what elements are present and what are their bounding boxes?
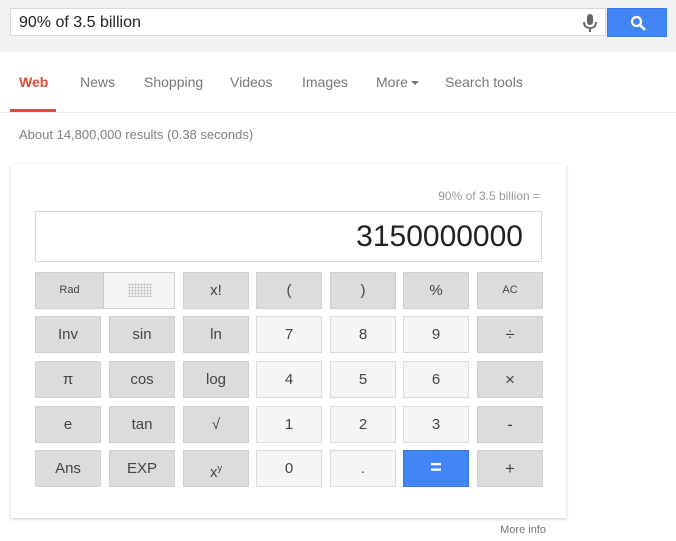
left-paren-key[interactable]: ( (256, 272, 322, 309)
right-paren-key[interactable]: ) (330, 272, 396, 309)
tab-search-tools[interactable]: Search tools (445, 74, 523, 90)
result-stats: About 14,800,000 results (0.38 seconds) (19, 127, 254, 142)
digit-4-key[interactable]: 4 (256, 361, 322, 398)
log-key[interactable]: log (183, 361, 249, 398)
tab-more[interactable]: More (376, 74, 419, 90)
factorial-key[interactable]: x! (183, 272, 249, 309)
search-tabs: Web News Shopping Videos Images More Sea… (0, 52, 676, 113)
tan-key[interactable]: tan (109, 406, 175, 443)
rad-deg-toggle[interactable]: Rad (35, 272, 175, 309)
decimal-point-key[interactable]: . (330, 450, 396, 487)
search-input[interactable] (19, 14, 559, 32)
microphone-icon[interactable] (581, 13, 599, 33)
tab-shopping[interactable]: Shopping (144, 74, 203, 90)
digit-8-key[interactable]: 8 (330, 316, 396, 353)
digit-3-key[interactable]: 3 (403, 406, 469, 443)
top-bar (0, 0, 676, 52)
more-info-link[interactable]: More info (500, 524, 546, 536)
dotted-pattern-icon (128, 283, 152, 297)
divide-key[interactable]: ÷ (477, 316, 543, 353)
active-tab-indicator (10, 109, 56, 112)
equals-key[interactable]: = (403, 450, 469, 487)
deg-button[interactable] (104, 273, 174, 308)
multiply-key[interactable]: × (477, 361, 543, 398)
sin-key[interactable]: sin (109, 316, 175, 353)
chevron-down-icon (410, 81, 419, 86)
digit-9-key[interactable]: 9 (403, 316, 469, 353)
search-box[interactable] (10, 8, 606, 36)
tab-videos[interactable]: Videos (230, 74, 273, 90)
all-clear-key[interactable]: AC (477, 272, 543, 309)
answer-key[interactable]: Ans (35, 450, 101, 487)
plus-key[interactable]: + (477, 450, 543, 487)
exp-key[interactable]: EXP (109, 450, 175, 487)
pi-key[interactable]: π (35, 361, 101, 398)
minus-key[interactable]: - (477, 406, 543, 443)
digit-0-key[interactable]: 0 (256, 450, 322, 487)
calculator-expression: 90% of 3.5 billion = (438, 189, 540, 203)
rad-button[interactable]: Rad (36, 273, 104, 308)
tab-news[interactable]: News (80, 74, 115, 90)
calculator-display: 3150000000 (35, 211, 542, 262)
ln-key[interactable]: ln (183, 316, 249, 353)
tab-web[interactable]: Web (19, 74, 48, 90)
square-root-key[interactable]: √ (183, 406, 249, 443)
tab-images[interactable]: Images (302, 74, 348, 90)
e-constant-key[interactable]: e (35, 406, 101, 443)
digit-1-key[interactable]: 1 (256, 406, 322, 443)
digit-2-key[interactable]: 2 (330, 406, 396, 443)
inverse-key[interactable]: Inv (35, 316, 101, 353)
cos-key[interactable]: cos (109, 361, 175, 398)
digit-5-key[interactable]: 5 (330, 361, 396, 398)
digit-7-key[interactable]: 7 (256, 316, 322, 353)
percent-key[interactable]: % (403, 272, 469, 309)
digit-6-key[interactable]: 6 (403, 361, 469, 398)
tab-more-label: More (376, 74, 408, 90)
search-button[interactable] (607, 8, 667, 37)
calculator-card: 90% of 3.5 billion = 3150000000 Rad x! (… (11, 164, 566, 518)
calculator-result: 3150000000 (356, 220, 523, 253)
power-key[interactable]: xy (183, 450, 249, 487)
